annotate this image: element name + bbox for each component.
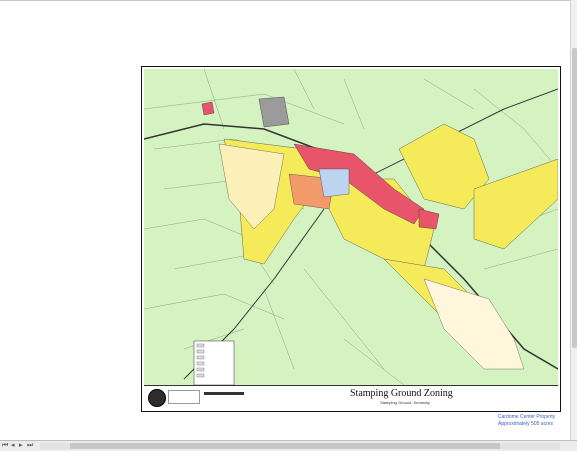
vertical-scrollbar[interactable] <box>570 0 577 440</box>
zoning-map-frame: Stamping Ground Zoning Stamping Ground, … <box>141 66 561 412</box>
vertical-scroll-thumb[interactable] <box>572 48 577 348</box>
status-bar: ⏮ ◂ ▸ ⏭ <box>0 440 577 451</box>
map-title: Stamping Ground Zoning <box>350 388 453 399</box>
public-use-zone <box>318 168 350 198</box>
gray-parcel <box>258 96 290 128</box>
next-page-icon[interactable]: ▸ <box>19 442 23 450</box>
map-notes-block <box>168 390 200 404</box>
caption-line-1: Cardome Center Property <box>498 414 556 420</box>
commercial-zone-small <box>201 101 215 116</box>
property-caption: Cardome Center Property Approximately 50… <box>498 414 576 428</box>
first-page-icon[interactable]: ⏮ <box>2 442 8 450</box>
county-seal-icon <box>148 389 166 407</box>
map-title-block: Stamping Ground Zoning Stamping Ground, … <box>144 385 558 410</box>
top-border <box>0 0 577 1</box>
zoning-map <box>144 69 558 385</box>
previous-page-icon[interactable]: ◂ <box>11 442 15 450</box>
horizontal-scrollbar[interactable] <box>40 443 560 449</box>
last-page-icon[interactable]: ⏭ <box>27 442 33 450</box>
horizontal-scroll-thumb[interactable] <box>70 443 500 449</box>
scale-bar <box>204 392 244 395</box>
map-subtitle: Stamping Ground, Kentucky <box>380 400 431 405</box>
caption-line-2: Approximately 505 acres <box>498 421 554 427</box>
